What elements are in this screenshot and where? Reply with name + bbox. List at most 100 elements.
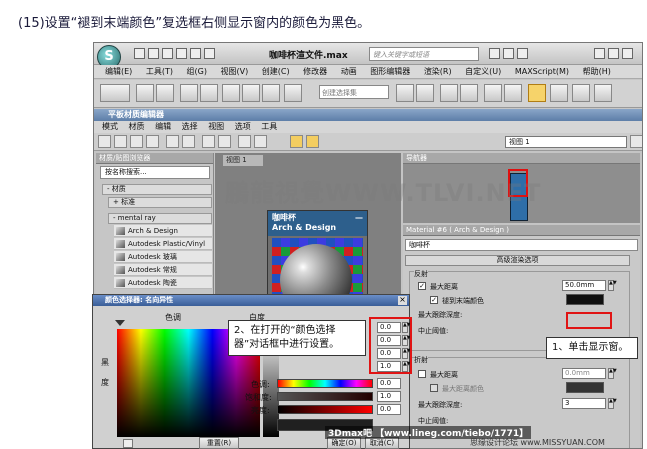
sme-menu-view[interactable]: 视图: [208, 122, 224, 131]
layer-manager-icon[interactable]: [440, 84, 458, 102]
ribbon-icon[interactable]: [460, 84, 478, 102]
group-mental-ray[interactable]: - mental ray: [108, 213, 212, 224]
list-item[interactable]: Autodesk 玻璃: [114, 251, 212, 263]
hue-marker-icon[interactable]: [115, 320, 125, 326]
put-material-icon[interactable]: [130, 135, 143, 148]
parameter-editor-icon[interactable]: [290, 135, 303, 148]
browser-search-input[interactable]: 按名称搜索...: [100, 166, 210, 179]
menu-customize[interactable]: 自定义(U): [465, 65, 501, 79]
eyedropper-icon[interactable]: [123, 439, 133, 448]
menu-modifiers[interactable]: 修改器: [303, 65, 327, 79]
max-distance-input[interactable]: 50.0mm: [562, 280, 606, 291]
close-icon[interactable]: ×: [398, 296, 407, 305]
close-icon[interactable]: [622, 48, 633, 59]
r-max-distance-input[interactable]: 0.0mm: [562, 368, 606, 379]
menu-create[interactable]: 创建(C): [262, 65, 290, 79]
select-tool-icon[interactable]: [98, 135, 111, 148]
snap-3d-icon[interactable]: [222, 84, 240, 102]
list-item[interactable]: Arch & Design: [114, 225, 212, 237]
help-icon[interactable]: [517, 48, 528, 59]
menu-maxscript[interactable]: MAXScript(M): [515, 65, 569, 79]
move-children-icon[interactable]: [182, 135, 195, 148]
sme-menu-edit[interactable]: 编辑: [155, 122, 171, 131]
assign-material-icon[interactable]: [146, 135, 159, 148]
minimize-icon[interactable]: [594, 48, 605, 59]
unlink-icon[interactable]: [156, 84, 174, 102]
saturation-value-input[interactable]: 1.0: [377, 391, 401, 402]
sme-menu-options[interactable]: 选项: [235, 122, 251, 131]
list-item[interactable]: Autodesk Plastic/Vinyl: [114, 238, 212, 250]
project-icon[interactable]: [204, 48, 215, 59]
star-icon[interactable]: [503, 48, 514, 59]
menu-views[interactable]: 视图(V): [221, 65, 249, 79]
material-name-field[interactable]: 咖啡杯: [405, 239, 638, 251]
menu-group[interactable]: 组(G): [187, 65, 207, 79]
max-distance-checkbox[interactable]: ✓: [418, 282, 426, 290]
hue-slider[interactable]: [277, 379, 373, 388]
group-standard[interactable]: + 标准: [108, 197, 212, 208]
sme-menu-select[interactable]: 选择: [182, 122, 198, 131]
spinner-icon[interactable]: ▲▼: [608, 368, 617, 379]
sme-menu-modes[interactable]: 模式: [102, 122, 118, 131]
spinner-icon[interactable]: ▲▼: [608, 280, 617, 291]
mirror-icon[interactable]: [396, 84, 414, 102]
r-max-trace-depth-input[interactable]: 3: [562, 398, 606, 409]
fade-to-end-color-checkbox[interactable]: ✓: [430, 296, 438, 304]
move-icon[interactable]: [180, 84, 198, 102]
list-item[interactable]: Autodesk 常规: [114, 264, 212, 276]
save-icon[interactable]: [162, 48, 173, 59]
sme-menu-material[interactable]: 材质: [129, 122, 145, 131]
maximize-icon[interactable]: [608, 48, 619, 59]
group-materials[interactable]: - 材质: [102, 184, 212, 195]
value-value-input[interactable]: 0.0: [377, 404, 401, 415]
undo-icon[interactable]: [176, 48, 187, 59]
pick-material-icon[interactable]: [114, 135, 127, 148]
menu-rendering[interactable]: 渲染(R): [424, 65, 452, 79]
layout-children-icon[interactable]: [254, 135, 267, 148]
r-fade-color-swatch[interactable]: [566, 382, 604, 393]
search-icon[interactable]: [489, 48, 500, 59]
named-selection-set[interactable]: 创建选择集: [319, 85, 389, 99]
show-map-icon[interactable]: [202, 135, 215, 148]
list-item[interactable]: Autodesk 陶瓷: [114, 277, 212, 289]
schematic-view-icon[interactable]: [504, 84, 522, 102]
menu-edit[interactable]: 编辑(E): [105, 65, 132, 79]
new-icon[interactable]: [134, 48, 145, 59]
saturation-slider[interactable]: [277, 392, 373, 401]
sme-menu-utilities[interactable]: 工具: [261, 122, 277, 131]
r-fade-checkbox[interactable]: [430, 384, 438, 392]
menu-tools[interactable]: 工具(T): [146, 65, 173, 79]
r-max-distance-checkbox[interactable]: [418, 370, 426, 378]
view-select[interactable]: 视图 1: [505, 136, 627, 148]
menu-graph-editors[interactable]: 图形编辑器: [370, 65, 410, 79]
render-teapot-icon[interactable]: [594, 84, 612, 102]
reset-button[interactable]: 重置(R): [199, 437, 239, 449]
open-icon[interactable]: [148, 48, 159, 59]
material-editor-icon[interactable]: [528, 84, 546, 102]
align-icon[interactable]: [416, 84, 434, 102]
select-by-material-icon[interactable]: [306, 135, 319, 148]
selection-filter-dropdown[interactable]: [100, 84, 130, 102]
percent-snap-icon[interactable]: [262, 84, 280, 102]
show-background-icon[interactable]: [218, 135, 231, 148]
view-options-icon[interactable]: [630, 135, 642, 148]
rotate-icon[interactable]: [200, 84, 218, 102]
rendered-frame-window-icon[interactable]: [572, 84, 590, 102]
curve-editor-icon[interactable]: [484, 84, 502, 102]
fade-color-swatch[interactable]: [566, 294, 604, 305]
collapse-icon[interactable]: —: [355, 213, 363, 223]
edit-named-selection-icon[interactable]: [284, 84, 302, 102]
render-setup-icon[interactable]: [550, 84, 568, 102]
select-link-icon[interactable]: [136, 84, 154, 102]
menu-help[interactable]: 帮助(H): [583, 65, 611, 79]
redo-icon[interactable]: [190, 48, 201, 59]
value-slider[interactable]: [277, 405, 373, 414]
hue-value-input[interactable]: 0.0: [377, 378, 401, 389]
search-input[interactable]: 键入关键字或短语: [369, 47, 479, 61]
tab-view-1[interactable]: 视图 1: [223, 155, 263, 166]
layout-icon[interactable]: [238, 135, 251, 148]
delete-icon[interactable]: [166, 135, 179, 148]
rollout-advanced-rendering[interactable]: 高级渲染选项: [405, 255, 630, 266]
angle-snap-icon[interactable]: [242, 84, 260, 102]
spinner-icon[interactable]: ▲▼: [608, 398, 617, 409]
